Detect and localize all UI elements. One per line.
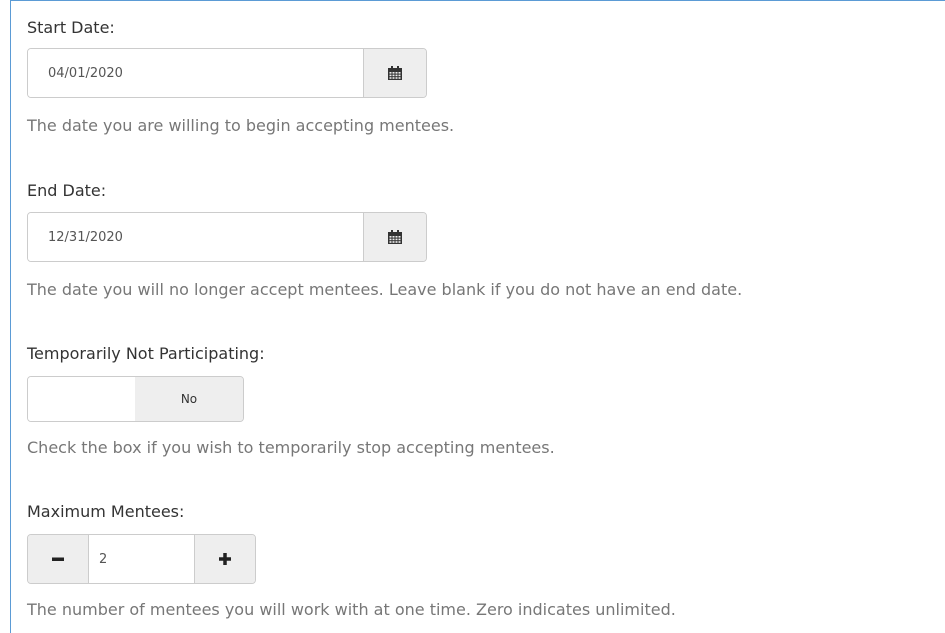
calendar-icon [388,66,402,80]
not-participating-help: Check the box if you wish to temporarily… [27,438,555,457]
not-participating-toggle[interactable]: No [27,376,244,422]
max-mentees-label: Maximum Mentees: [27,502,185,521]
end-date-help: The date you will no longer accept mente… [27,280,743,299]
toggle-state-label: No [135,377,243,421]
max-mentees-stepper [27,534,256,584]
calendar-icon [388,230,402,244]
start-date-label: Start Date: [27,18,115,37]
max-mentees-help: The number of mentees you will work with… [27,600,676,619]
start-date-input[interactable] [28,49,363,97]
max-mentees-input[interactable] [89,535,194,583]
not-participating-label: Temporarily Not Participating: [27,344,265,363]
decrement-button[interactable] [28,535,89,583]
plus-icon [219,553,231,565]
end-date-label: End Date: [27,181,107,200]
toggle-handle [28,377,135,421]
start-date-help: The date you are willing to begin accept… [27,116,455,135]
increment-button[interactable] [194,535,255,583]
start-date-calendar-button[interactable] [363,49,426,97]
end-date-input[interactable] [28,213,363,261]
start-date-field [27,48,427,98]
minus-icon [52,557,64,561]
mentoring-availability-form: Start Date: The date you are willing to … [10,0,945,633]
end-date-calendar-button[interactable] [363,213,426,261]
end-date-field [27,212,427,262]
